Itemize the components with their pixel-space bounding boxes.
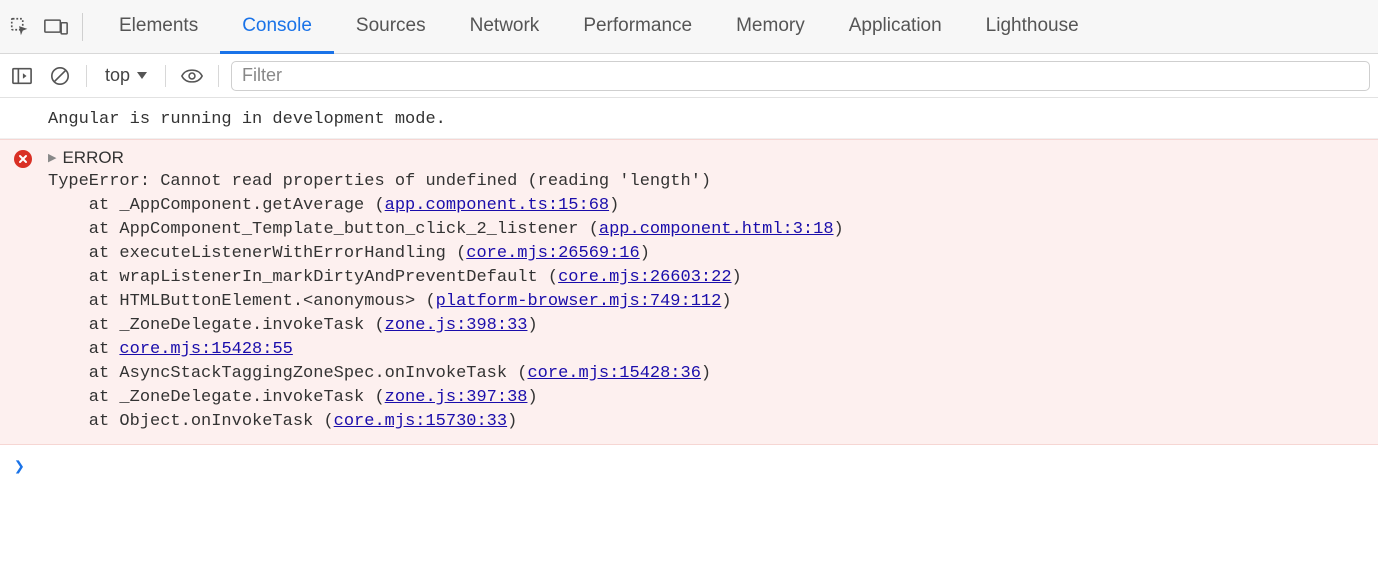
execution-context-selector[interactable]: top [99, 65, 153, 86]
sidebar-icon [12, 67, 32, 85]
source-link[interactable]: core.mjs:15428:55 [119, 340, 292, 359]
filter-input[interactable] [231, 61, 1370, 91]
stack-frame: at _ZoneDelegate.invokeTask (zone.js:397… [48, 386, 1378, 410]
separator [165, 65, 166, 87]
error-header-text: ERROR [62, 146, 123, 170]
stack-frame: at AsyncStackTaggingZoneSpec.onInvokeTas… [48, 362, 1378, 386]
tab-label: Performance [583, 15, 692, 37]
inspect-icon [9, 16, 31, 38]
tab-label: Application [849, 15, 942, 37]
tab-label: Elements [119, 15, 198, 37]
eye-icon [181, 68, 203, 84]
prompt-caret: ❯ [14, 456, 25, 477]
device-icon [44, 17, 68, 37]
inspect-element-button[interactable] [4, 11, 36, 43]
source-link[interactable]: app.component.ts:15:68 [385, 196, 609, 215]
console-toolbar: top [0, 54, 1378, 98]
error-message-text: TypeError: Cannot read properties of und… [48, 172, 711, 191]
tab-sources[interactable]: Sources [334, 1, 448, 54]
error-gutter [14, 150, 32, 168]
source-link[interactable]: core.mjs:15730:33 [334, 412, 507, 431]
tab-label: Memory [736, 15, 805, 37]
clear-console-button[interactable] [46, 62, 74, 90]
separator [86, 65, 87, 87]
tab-label: Network [470, 15, 540, 37]
device-toolbar-button[interactable] [40, 11, 72, 43]
source-link[interactable]: core.mjs:15428:36 [527, 364, 700, 383]
tab-elements[interactable]: Elements [97, 1, 220, 54]
source-link[interactable]: zone.js:398:33 [385, 316, 528, 335]
tab-memory[interactable]: Memory [714, 1, 827, 54]
tab-performance[interactable]: Performance [561, 1, 714, 54]
stack-frame: at core.mjs:15428:55 [48, 338, 1378, 362]
error-header-line[interactable]: ▶ ERROR [48, 146, 1378, 170]
toggle-sidebar-button[interactable] [8, 62, 36, 90]
source-link[interactable]: core.mjs:26603:22 [558, 268, 731, 287]
error-message-line: TypeError: Cannot read properties of und… [48, 170, 1378, 194]
stack-frame: at Object.onInvokeTask (core.mjs:15730:3… [48, 410, 1378, 434]
tab-lighthouse[interactable]: Lighthouse [964, 1, 1101, 54]
context-label: top [105, 65, 130, 86]
separator [82, 13, 83, 41]
devtools-tabbar: Elements Console Sources Network Perform… [0, 0, 1378, 54]
live-expression-button[interactable] [178, 62, 206, 90]
stack-frame: at HTMLButtonElement.<anonymous> (platfo… [48, 290, 1378, 314]
stack-frame: at AppComponent_Template_button_click_2_… [48, 218, 1378, 242]
separator [218, 65, 219, 87]
tab-network[interactable]: Network [448, 1, 562, 54]
log-text: Angular is running in development mode. [48, 110, 446, 129]
source-link[interactable]: platform-browser.mjs:749:112 [436, 292, 722, 311]
source-link[interactable]: app.component.html:3:18 [599, 220, 834, 239]
tab-console[interactable]: Console [220, 1, 334, 54]
chevron-down-icon [137, 72, 147, 79]
clear-icon [50, 66, 70, 86]
tab-label: Lighthouse [986, 15, 1079, 37]
console-output: Angular is running in development mode. … [0, 98, 1378, 479]
console-error-message: ▶ ERROR TypeError: Cannot read propertie… [0, 139, 1378, 445]
stack-frame: at wrapListenerIn_markDirtyAndPreventDef… [48, 266, 1378, 290]
panel-tabs: Elements Console Sources Network Perform… [97, 0, 1101, 53]
tab-label: Sources [356, 15, 426, 37]
error-icon [14, 150, 32, 168]
source-link[interactable]: zone.js:397:38 [385, 388, 528, 407]
disclosure-triangle-icon: ▶ [48, 146, 56, 170]
source-link[interactable]: core.mjs:26569:16 [466, 244, 639, 263]
error-body: ▶ ERROR TypeError: Cannot read propertie… [0, 146, 1378, 434]
tab-label: Console [242, 15, 312, 37]
stack-frame: at _AppComponent.getAverage (app.compone… [48, 194, 1378, 218]
stack-frame: at executeListenerWithErrorHandling (cor… [48, 242, 1378, 266]
console-log-message: Angular is running in development mode. [0, 104, 1378, 139]
tab-application[interactable]: Application [827, 1, 964, 54]
stack-frame: at _ZoneDelegate.invokeTask (zone.js:398… [48, 314, 1378, 338]
console-prompt[interactable]: ❯ [0, 445, 1378, 479]
